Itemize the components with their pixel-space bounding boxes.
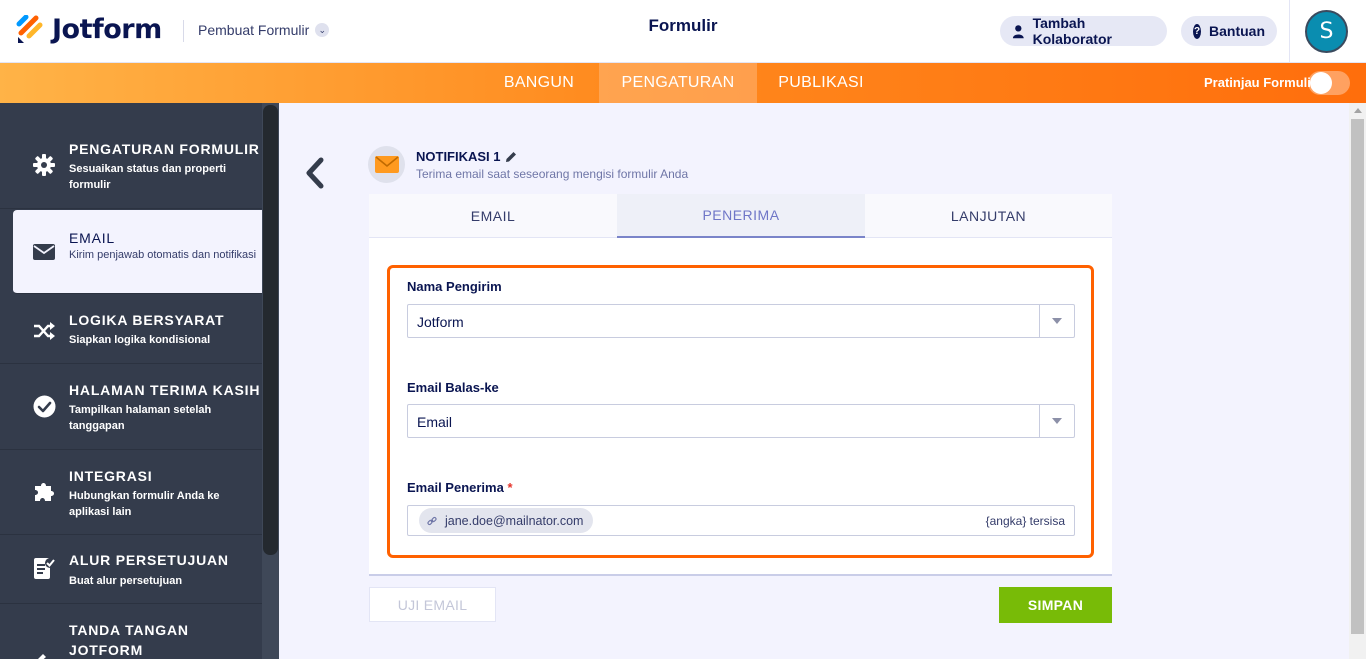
approval-icon xyxy=(32,556,56,580)
recipient-email-label: Email Penerima * xyxy=(407,480,513,495)
tab-email[interactable]: EMAIL xyxy=(369,194,617,238)
envelope-icon xyxy=(32,240,56,264)
sidebar-item-desc: Sesuaikan status dan properti formulir xyxy=(69,163,227,191)
chevron-down-icon: ⌄ xyxy=(315,23,330,37)
jotform-logo[interactable]: Jotform xyxy=(16,14,162,45)
header-divider xyxy=(183,20,184,42)
help-button[interactable]: ? Bantuan xyxy=(1181,16,1277,46)
tab-settings[interactable]: PENGATURAN xyxy=(599,63,757,103)
reply-to-label: Email Balas-ke xyxy=(407,380,499,395)
form-preview-toggle[interactable] xyxy=(1308,71,1350,95)
builder-menu-label: Pembuat Formulir xyxy=(198,22,310,38)
sidebar-item-approval-flow[interactable]: ALUR PERSETUJUAN Buat alur persetujuan xyxy=(0,536,262,604)
shuffle-icon xyxy=(32,319,56,343)
test-email-button[interactable]: UJI EMAIL xyxy=(369,587,496,622)
toggle-knob xyxy=(1310,72,1332,94)
reply-to-value: Email xyxy=(417,414,453,430)
sidebar-item-desc: Kirim penjawab otomatis dan notifikasi xyxy=(69,249,257,261)
form-preview-label: Pratinjau Formulir xyxy=(1204,75,1316,90)
question-icon: ? xyxy=(1193,23,1201,39)
notification-title-row[interactable]: NOTIFIKASI 1 xyxy=(416,149,517,164)
recipient-chip[interactable]: jane.doe@mailnator.com xyxy=(419,508,594,533)
sidebar-item-title: HALAMAN TERIMA KASIH xyxy=(69,382,261,398)
sender-name-value: Jotform xyxy=(417,314,464,330)
notification-envelope-icon xyxy=(368,146,405,183)
sidebar-item-form-settings[interactable]: PENGATURAN FORMULIR Sesuaikan status dan… xyxy=(0,103,262,209)
sidebar-item-integrations[interactable]: INTEGRASI Hubungkan formulir Anda ke apl… xyxy=(0,451,262,535)
sidebar-scrollbar-thumb[interactable] xyxy=(263,105,278,555)
reply-to-select[interactable]: Email xyxy=(407,404,1075,438)
back-arrow-icon[interactable] xyxy=(302,156,328,190)
chevron-down-icon[interactable] xyxy=(1039,405,1074,437)
jotform-logo-mark xyxy=(16,14,43,43)
notification-subtitle: Terima email saat seseorang mengisi form… xyxy=(416,167,689,181)
user-icon xyxy=(1012,24,1024,38)
gear-icon xyxy=(32,153,56,177)
link-icon xyxy=(427,516,437,525)
add-collaborator-button[interactable]: Tambah Kolaborator xyxy=(1000,15,1167,47)
remaining-counter: {angka} tersisa xyxy=(985,514,1065,528)
tab-build[interactable]: BANGUN xyxy=(479,63,599,103)
brand-name: Jotform xyxy=(52,14,162,45)
help-label: Bantuan xyxy=(1209,23,1265,39)
save-button[interactable]: SIMPAN xyxy=(999,587,1112,623)
sender-name-label: Nama Pengirim xyxy=(407,279,502,294)
check-circle-icon xyxy=(32,394,56,418)
pencil-icon[interactable] xyxy=(505,151,517,163)
card-bottom-divider xyxy=(369,574,1112,576)
required-mark: * xyxy=(507,480,513,495)
notification-tabs: EMAIL PENERIMA LANJUTAN xyxy=(369,194,1112,238)
page-scrollbar-thumb[interactable] xyxy=(1351,119,1364,634)
sidebar-item-title: LOGIKA BERSYARAT xyxy=(69,312,225,328)
signature-icon xyxy=(32,645,56,659)
sidebar-item-title: INTEGRASI xyxy=(69,468,153,484)
sidebar-item-title: EMAIL xyxy=(69,230,116,246)
sidebar-item-title: TANDA TANGAN JOTFORM xyxy=(69,622,189,658)
builder-menu[interactable]: Pembuat Formulir ⌄ xyxy=(198,22,330,38)
sidebar-item-title: ALUR PERSETUJUAN xyxy=(69,552,229,568)
notification-card: EMAIL PENERIMA LANJUTAN Nama Pengirim Jo… xyxy=(369,194,1112,575)
recipient-email-input[interactable]: jane.doe@mailnator.com {angka} tersisa xyxy=(407,505,1075,536)
recipient-email-label-text: Email Penerima xyxy=(407,480,504,495)
sidebar-item-desc: Tampilkan halaman setelah tanggapan xyxy=(69,404,212,432)
top-header: Jotform Pembuat Formulir ⌄ Formulir Tamb… xyxy=(0,0,1366,63)
tab-publish[interactable]: PUBLIKASI xyxy=(757,63,885,103)
tab-advanced[interactable]: LANJUTAN xyxy=(865,194,1112,238)
builder-navbar: BANGUN PENGATURAN PUBLIKASI Pratinjau Fo… xyxy=(0,63,1366,103)
settings-sidebar: PENGATURAN FORMULIR Sesuaikan status dan… xyxy=(0,103,279,659)
notification-title: NOTIFIKASI 1 xyxy=(416,149,501,164)
sidebar-item-email[interactable]: EMAIL Kirim penjawab otomatis dan notifi… xyxy=(13,210,262,294)
sidebar-item-desc: Buat alur persetujuan xyxy=(69,575,183,587)
avatar[interactable]: S xyxy=(1305,10,1348,53)
chevron-down-icon[interactable] xyxy=(1039,305,1074,337)
sidebar-item-conditional-logic[interactable]: LOGIKA BERSYARAT Siapkan logika kondisio… xyxy=(0,295,262,364)
recipient-chip-label: jane.doe@mailnator.com xyxy=(445,513,584,528)
tab-recipients[interactable]: PENERIMA xyxy=(617,194,865,238)
sidebar-item-thank-you-page[interactable]: HALAMAN TERIMA KASIH Tampilkan halaman s… xyxy=(0,365,262,450)
sidebar-item-jotform-sign[interactable]: TANDA TANGAN JOTFORM xyxy=(0,605,262,659)
puzzle-icon xyxy=(32,479,56,503)
sender-name-select[interactable]: Jotform xyxy=(407,304,1075,338)
add-collaborator-label: Tambah Kolaborator xyxy=(1032,15,1112,47)
sidebar-item-desc: Siapkan logika kondisional xyxy=(69,334,211,346)
header-divider-right xyxy=(1289,0,1290,63)
scroll-up-arrow-icon[interactable] xyxy=(1354,108,1362,113)
sidebar-item-title: PENGATURAN FORMULIR xyxy=(69,141,260,157)
sidebar-item-desc: Hubungkan formulir Anda ke aplikasi lain xyxy=(69,490,220,518)
